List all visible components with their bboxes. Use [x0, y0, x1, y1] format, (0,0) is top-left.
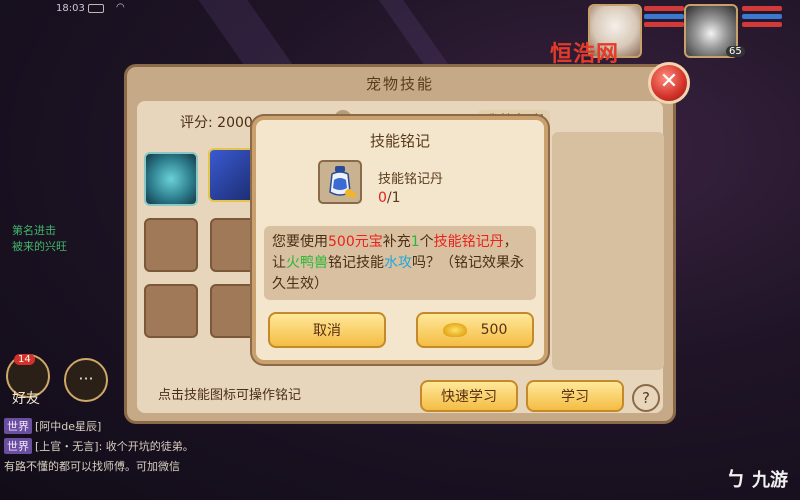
potion-bottle-icon[interactable] [318, 160, 362, 204]
confirm-ingot-button[interactable]: 500 [416, 312, 534, 348]
friends-label[interactable]: 好友 [12, 388, 40, 408]
close-button[interactable]: ✕ [648, 62, 690, 104]
chat-line: 世界 [上官・无言]: 收个开坑的徒弟。 [4, 438, 194, 454]
score-label: 评分: 2000 [180, 115, 253, 131]
chat-line: 有路不懂的都可以找师傅。可加微信 [4, 458, 180, 474]
message-item: 技能铭记丹 [433, 234, 504, 250]
hint-text: 点击技能图标可操作铭记 [158, 388, 302, 403]
bag-list[interactable] [552, 132, 664, 370]
chat-text: [上官・无言]: 收个开坑的徒弟。 [35, 440, 194, 453]
mp-bar [644, 14, 684, 19]
pet-status-bars [742, 6, 782, 30]
skill-slot-empty[interactable] [144, 218, 198, 272]
confirm-message: 您要使用500元宝补充1个技能铭记丹，让火鸭兽铭记技能水攻吗？（铭记效果永久生效… [264, 226, 536, 300]
chat-text: [阿中de星辰] [35, 420, 102, 433]
hp-bar [742, 6, 782, 11]
level-badge: 65 [726, 46, 745, 57]
scene-label-line: 被来的兴旺 [12, 240, 67, 253]
cancel-button[interactable]: 取消 [268, 312, 386, 348]
learn-button[interactable]: 学习 [526, 380, 624, 412]
message-text: 个 [419, 234, 434, 250]
battery-icon [88, 4, 104, 13]
message-pet: 火鸭兽 [286, 255, 328, 271]
hp-bar [644, 22, 684, 27]
chat-line: 世界 [阿中de星辰] [4, 418, 101, 434]
brand-logo: ㄅ 九游 [725, 467, 788, 491]
scene-label-line: 第名进击 [12, 224, 56, 237]
friends-badge: 14 [14, 354, 35, 365]
brand-text: 九游 [752, 470, 788, 491]
imprint-dialog: 技能铭记 技能铭记丹 0/1 您要使用500元宝补充1个技能铭记丹，让火鸭兽铭记… [252, 116, 548, 364]
message-skill: 水攻 [384, 255, 412, 271]
message-text: 铭记技能 [328, 255, 384, 271]
channel-tag: 世界 [4, 438, 32, 454]
scene-label: 第名进击 被来的兴旺 [12, 222, 67, 254]
panel-title: 宠物技能 [365, 75, 434, 93]
message-text: 您要使用 [272, 234, 328, 250]
enemy-status-bars [644, 6, 684, 30]
item-have-count: 0 [378, 190, 387, 206]
skill-slot-empty[interactable] [144, 284, 198, 338]
item-need-count: /1 [386, 190, 401, 206]
dialog-title: 技能铭记 [369, 132, 430, 150]
skill-slot-water[interactable] [144, 152, 198, 206]
hp-bar [644, 6, 684, 11]
confirm-amount: 500 [480, 322, 508, 338]
chat-text: 有路不懂的都可以找师傅。可加微信 [4, 460, 180, 473]
clock-text: 18:03 [56, 3, 85, 14]
mp-bar [742, 14, 782, 19]
gold-ingot-icon [442, 323, 467, 337]
chat-bubble-icon[interactable]: ··· [64, 358, 108, 402]
message-count: 1 [410, 234, 420, 250]
hp-bar [742, 22, 782, 27]
message-cost: 500元宝 [328, 234, 383, 250]
help-button[interactable]: ? [632, 384, 660, 412]
item-count: 0/1 [378, 190, 401, 206]
quick-learn-button[interactable]: 快速学习 [420, 380, 518, 412]
wifi-icon: ◠ [116, 2, 125, 13]
message-text: 补充 [382, 234, 411, 250]
channel-tag: 世界 [4, 418, 32, 434]
item-name: 技能铭记丹 [378, 172, 444, 187]
